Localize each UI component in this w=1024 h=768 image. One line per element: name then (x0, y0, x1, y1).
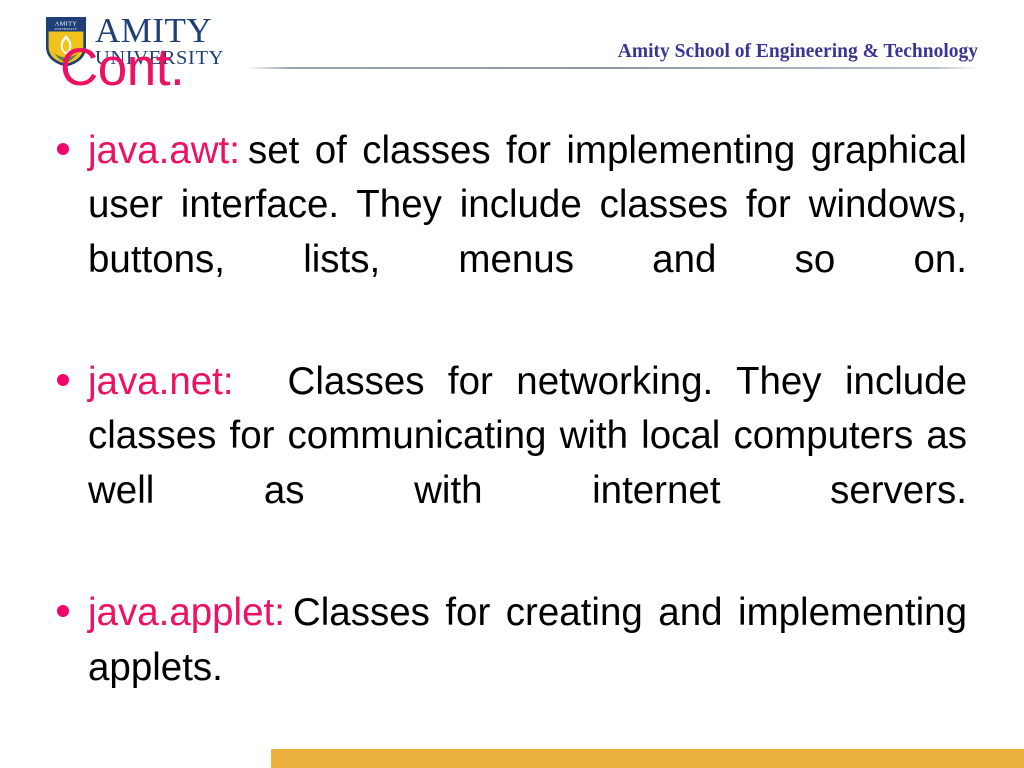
department-title: Amity School of Engineering & Technology (617, 41, 978, 62)
bullet-keyword: java.net: (88, 360, 234, 404)
svg-text:UNIVERSITY: UNIVERSITY (55, 27, 78, 31)
bullet-text: java.awt: set of classes for implementing… (88, 124, 967, 341)
bullet-marker-icon (57, 374, 69, 387)
list-item: java.net: Classes for networking. They in… (52, 355, 967, 572)
bullet-text: java.net: Classes for networking. They in… (88, 355, 967, 572)
page-title: Cont. (60, 38, 185, 97)
bullet-keyword: java.awt: (88, 129, 240, 172)
list-item: java.awt: set of classes for implementing… (52, 124, 967, 341)
bullet-keyword: java.applet: (88, 591, 285, 635)
bullet-marker-icon (57, 143, 69, 155)
footer-accent-bar (271, 749, 1024, 768)
slide-body: java.awt: set of classes for implementing… (52, 124, 967, 763)
list-item: java.applet: Classes for creating and imp… (52, 586, 967, 749)
header-divider (245, 67, 980, 69)
bullet-text: java.applet: Classes for creating and imp… (88, 586, 967, 749)
bullet-marker-icon (57, 605, 69, 618)
slide-canvas: AMITY UNIVERSITY AMITY UNIVERSITY Amity … (0, 0, 1024, 768)
